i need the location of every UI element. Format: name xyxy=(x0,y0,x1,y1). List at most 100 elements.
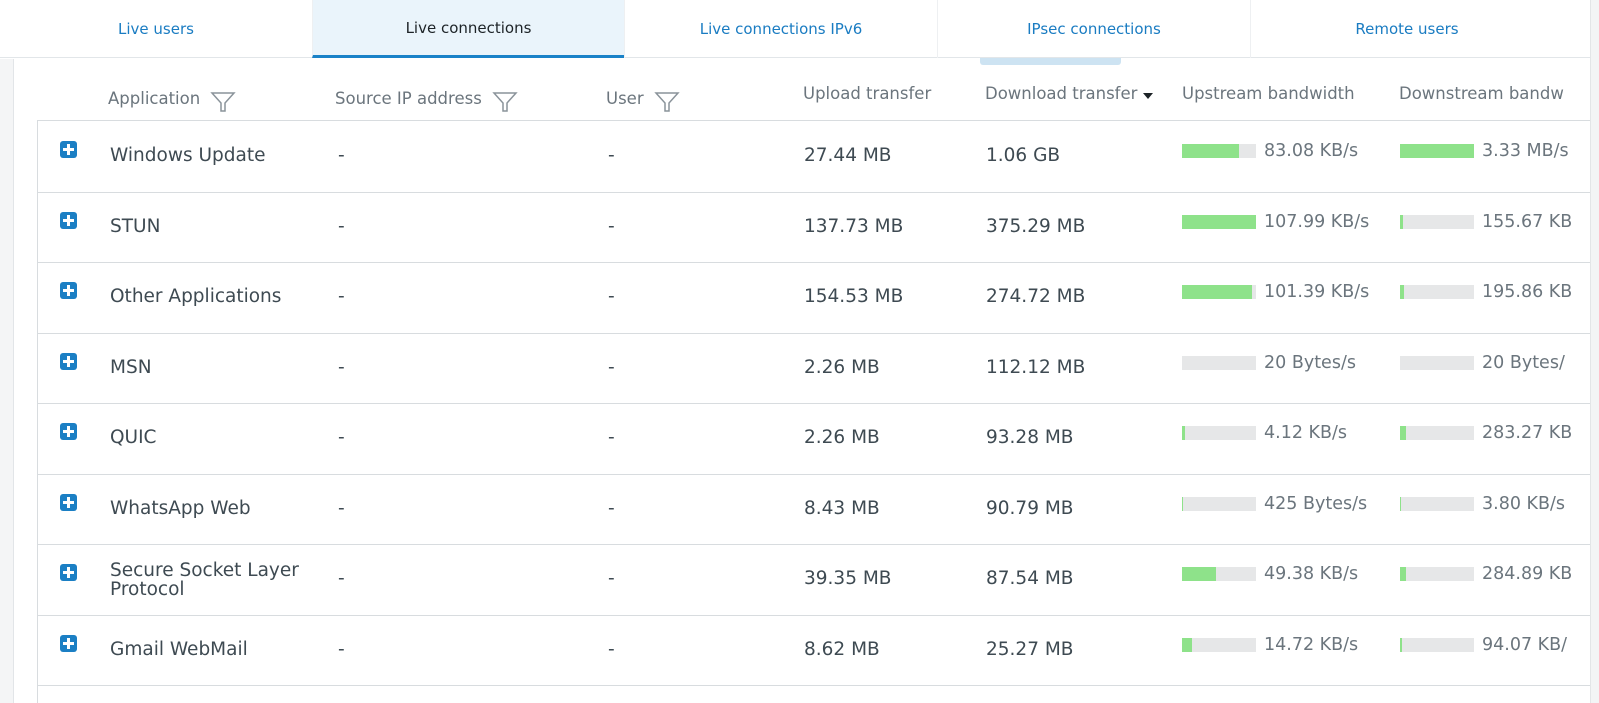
downstream-bar xyxy=(1400,496,1474,511)
upstream-bar xyxy=(1182,355,1256,370)
column-header-source-ip[interactable]: Source IP address xyxy=(335,82,518,114)
upstream-bar xyxy=(1182,496,1256,511)
column-label: Upload transfer xyxy=(803,84,932,103)
user-value: - xyxy=(608,286,615,307)
filter-icon[interactable] xyxy=(492,90,518,114)
upstream-bar-fill xyxy=(1182,496,1183,511)
upstream-bandwidth: 107.99 KB/s xyxy=(1182,212,1369,232)
expand-icon[interactable] xyxy=(60,634,77,652)
upstream-bar-fill xyxy=(1182,144,1239,158)
upload-transfer-value: 8.62 MB xyxy=(804,638,880,660)
downstream-bandwidth-value: 94.07 KB/ xyxy=(1482,634,1568,655)
download-transfer-value: 1.06 GB xyxy=(986,145,1061,166)
downstream-bandwidth-value: 155.67 KB xyxy=(1482,211,1573,232)
application-name: WhatsApp Web xyxy=(110,497,251,519)
upload-transfer-value: 27.44 MB xyxy=(804,145,892,166)
upstream-bar xyxy=(1182,637,1256,652)
table-header: Application Source IP address User Uploa… xyxy=(0,62,1590,120)
upstream-bandwidth: 20 Bytes/s xyxy=(1182,353,1356,373)
table-row[interactable]: Secure Socket Layer Protocol - - 39.35 MB 87.… xyxy=(38,544,1591,616)
table-row[interactable]: QUIC - - 2.26 MB 93.28 MB 4.12 KB/s 283.27 KB xyxy=(38,403,1591,475)
application-name: QUIC xyxy=(110,427,157,448)
filter-icon[interactable] xyxy=(210,90,236,114)
upload-transfer-value: 8.43 MB xyxy=(804,497,880,519)
expand-icon[interactable] xyxy=(60,352,77,370)
tab-remote-users[interactable]: Remote users xyxy=(1250,0,1563,58)
upstream-bandwidth-value: 425 Bytes/s xyxy=(1264,493,1368,514)
downstream-bar xyxy=(1400,567,1474,581)
downstream-bandwidth-value: 3.33 MB/s xyxy=(1482,141,1569,161)
downstream-bar-fill xyxy=(1400,426,1406,440)
table-row[interactable]: Other Applications - - 154.53 MB 274.72 MB 10… xyxy=(38,262,1591,334)
connections-table: Windows Update - - 27.44 MB 1.06 GB 83.08 KB/… xyxy=(37,120,1591,703)
upstream-bandwidth-value: 101.39 KB/s xyxy=(1264,282,1370,302)
downstream-bandwidth: 3.33 MB/s xyxy=(1400,141,1569,161)
expand-icon[interactable] xyxy=(60,141,77,158)
upstream-bandwidth-value: 14.72 KB/s xyxy=(1264,634,1359,655)
column-header-downstream[interactable]: Downstream bandw xyxy=(1399,84,1564,103)
upstream-bandwidth-value: 4.12 KB/s xyxy=(1264,423,1348,443)
vertical-scrollbar[interactable] xyxy=(1590,0,1599,703)
table-row[interactable]: STUN - - 137.73 MB 375.29 MB 107.99 KB/s 155.6… xyxy=(38,192,1591,263)
downstream-bandwidth-value: 20 Bytes/ xyxy=(1482,352,1565,373)
expand-icon[interactable] xyxy=(60,282,77,299)
downstream-bar xyxy=(1400,285,1474,299)
tab-live-connections[interactable]: Live connections xyxy=(312,0,624,58)
table-row[interactable]: MSN - - 2.26 MB 112.12 MB 20 Bytes/s 20 Bytes/ xyxy=(38,333,1591,404)
source-ip-value: - xyxy=(338,638,345,660)
upstream-bar xyxy=(1182,214,1256,229)
application-name: STUN xyxy=(110,215,161,237)
downstream-bar-fill xyxy=(1400,567,1406,581)
download-transfer-value: 375.29 MB xyxy=(986,215,1086,237)
downstream-bandwidth-value: 283.27 KB xyxy=(1482,423,1573,443)
source-ip-value: - xyxy=(338,497,345,519)
download-transfer-value: 274.72 MB xyxy=(986,286,1086,307)
downstream-bandwidth: 20 Bytes/ xyxy=(1400,353,1565,373)
column-header-user[interactable]: User xyxy=(606,82,680,114)
download-transfer-value: 112.12 MB xyxy=(986,356,1086,378)
download-transfer-value: 90.79 MB xyxy=(986,497,1074,519)
filter-icon[interactable] xyxy=(653,90,680,114)
upstream-bar xyxy=(1182,144,1256,158)
downstream-bar-fill xyxy=(1400,637,1403,652)
table-row[interactable]: Gmail WebMail - - 8.62 MB 25.27 MB 14.72 KB/s… xyxy=(38,615,1591,686)
source-ip-value: - xyxy=(338,568,345,589)
column-header-application[interactable]: Application xyxy=(108,82,236,114)
downstream-bar xyxy=(1400,355,1474,370)
expand-icon[interactable] xyxy=(60,493,77,511)
downstream-bar xyxy=(1400,144,1474,158)
tab-bar: Live users Live connections Live connect… xyxy=(0,0,1599,58)
application-name: MSN xyxy=(110,356,152,378)
table-row[interactable]: Windows Update - - 27.44 MB 1.06 GB 83.08 KB/… xyxy=(38,121,1591,193)
upstream-bandwidth: 4.12 KB/s xyxy=(1182,423,1347,443)
upstream-bar-fill xyxy=(1182,637,1193,652)
tab-ipsec-connections[interactable]: IPsec connections xyxy=(937,0,1250,58)
upstream-bandwidth-value: 83.08 KB/s xyxy=(1264,141,1359,161)
upstream-bandwidth: 425 Bytes/s xyxy=(1182,494,1367,514)
downstream-bandwidth: 155.67 KB xyxy=(1400,212,1572,232)
downstream-bar xyxy=(1400,426,1474,440)
tab-live-connections-ipv6[interactable]: Live connections IPv6 xyxy=(624,0,937,58)
column-header-download[interactable]: Download transfer xyxy=(985,84,1154,103)
column-label: User xyxy=(606,88,644,108)
downstream-bar-fill xyxy=(1400,285,1404,299)
column-header-upstream[interactable]: Upstream bandwidth xyxy=(1182,84,1355,103)
table-row[interactable]: WhatsApp Web - - 8.43 MB 90.79 MB 425 Bytes/s… xyxy=(38,474,1591,545)
downstream-bar-fill xyxy=(1400,214,1403,229)
application-name: Gmail WebMail xyxy=(110,638,248,660)
user-value: - xyxy=(608,427,615,448)
upload-transfer-value: 2.26 MB xyxy=(804,356,880,378)
upstream-bandwidth-value: 20 Bytes/s xyxy=(1264,352,1356,373)
tab-live-users[interactable]: Live users xyxy=(0,0,312,58)
column-label: Downstream bandw xyxy=(1399,84,1564,103)
downstream-bar-fill xyxy=(1400,144,1474,158)
source-ip-value: - xyxy=(338,215,345,237)
expand-icon[interactable] xyxy=(60,423,77,440)
column-header-upload[interactable]: Upload transfer xyxy=(803,84,931,103)
upstream-bar-fill xyxy=(1182,567,1217,581)
download-transfer-value: 87.54 MB xyxy=(986,568,1074,589)
expand-icon[interactable] xyxy=(60,564,77,581)
expand-icon[interactable] xyxy=(60,211,77,229)
downstream-bandwidth: 284.89 KB xyxy=(1400,564,1572,584)
upload-transfer-value: 154.53 MB xyxy=(804,286,904,307)
